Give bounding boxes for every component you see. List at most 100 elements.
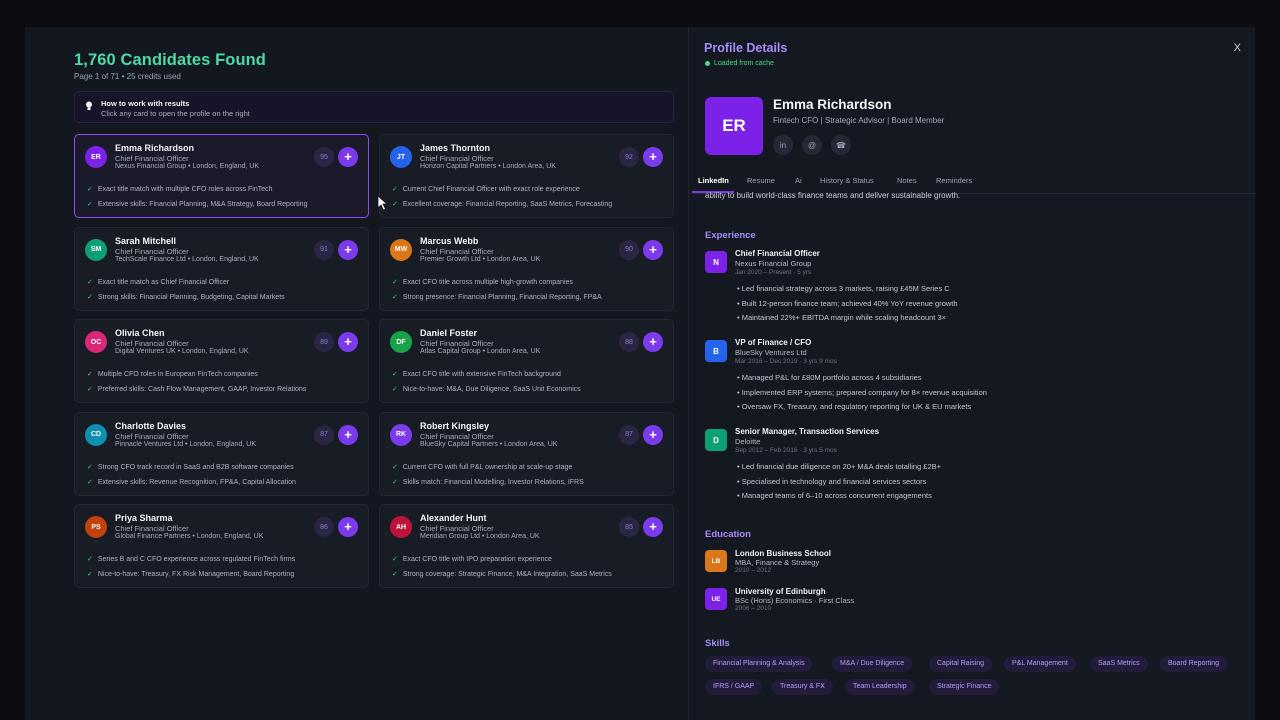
candidate-card[interactable]: OC Olivia Chen Chief Financial Officer Digi… [74, 319, 369, 403]
education-years: 2010 – 2012 [735, 567, 772, 574]
degree: MBA, Finance & Strategy [735, 558, 820, 567]
candidate-company: Pinnacle Ventures Ltd • London, England,… [115, 440, 256, 448]
candidate-name: Charlotte Davies [115, 420, 187, 431]
match-reason-text: Nice-to-have: M&A, Due Diligence, SaaS U… [402, 386, 581, 393]
candidate-card[interactable]: ER Emma Richardson Chief Financial Officer… [74, 134, 369, 218]
match-reason: ✓ Preferred skills: Cash Flow Management,… [87, 385, 306, 393]
job-company: Nexus Financial Group [735, 259, 812, 268]
education-heading: Education [705, 529, 751, 540]
avatar: JT [390, 146, 412, 168]
skill-chip[interactable]: P&L Management [1004, 656, 1076, 672]
job-bullet: • Maintained 22%+ EBITDA margin while sc… [737, 313, 947, 322]
candidate-card[interactable]: DF Daniel Foster Chief Financial Officer At… [379, 319, 674, 403]
candidate-card[interactable]: MW Marcus Webb Chief Financial Officer Prem… [379, 226, 674, 311]
tab-ai[interactable]: Ai [795, 176, 802, 185]
candidate-company: BlueSky Capital Partners • London Area, … [420, 440, 558, 448]
job-title: Senior Manager, Transaction Services [735, 427, 880, 436]
skill-chip[interactable]: IFRS / GAAP [705, 679, 763, 695]
skill-chip[interactable]: Team Leadership [845, 679, 915, 695]
job-bullet: • Specialised in technology and financia… [737, 476, 927, 486]
tab-history-status[interactable]: History & Status [820, 176, 874, 185]
candidate-card[interactable]: JT James Thornton Chief Financial Officer H… [379, 134, 674, 218]
candidate-card[interactable]: AH Alexander Hunt Chief Financial Officer M… [379, 504, 674, 588]
add-candidate-button[interactable]: + [338, 424, 358, 445]
match-reason-text: Current Chief Financial Officer with exa… [402, 186, 580, 193]
add-candidate-button[interactable]: + [338, 147, 358, 167]
summary-text: ability to build world-class finance tea… [705, 191, 961, 200]
match-reason: ✓ Series B and C CFO experience across re… [87, 555, 295, 563]
job-bullet: • Built 12-person finance team; achieved… [737, 298, 958, 308]
match-score-badge: 89 [314, 332, 334, 352]
skill-chip[interactable]: Strategic Finance [929, 679, 1000, 695]
skill-chip[interactable]: M&A / Due Diligence [832, 656, 913, 672]
match-reason: ✓ Exact CFO title with extensive FinTech … [392, 370, 561, 378]
tab-resume[interactable]: Resume [747, 176, 775, 185]
job-bullet-text: Led financial strategy across 3 markets,… [741, 284, 950, 293]
candidate-role: Chief Financial Officer [115, 339, 189, 348]
results-title: 1,760 Candidates Found [74, 51, 266, 69]
match-reason: ✓ Extensive skills: Financial Planning, M… [87, 200, 307, 208]
match-reason: ✓ Nice-to-have: Treasury, FX Risk Managem… [87, 570, 294, 578]
candidate-card[interactable]: CD Charlotte Davies Chief Financial Office… [74, 411, 369, 496]
match-reason: ✓ Nice-to-have: M&A, Due Diligence, SaaS … [392, 385, 581, 393]
add-candidate-button[interactable]: + [643, 147, 663, 167]
tab-linkedin[interactable]: LinkedIn [698, 176, 729, 185]
profile-panel-title: Profile Details [704, 41, 788, 55]
candidate-card[interactable]: PS Priya Sharma Chief Financial Officer Glo… [74, 504, 369, 588]
tab-notes[interactable]: Notes [897, 176, 917, 185]
add-candidate-button[interactable]: + [338, 239, 358, 260]
match-reason-text: Current CFO with full P&L ownership at s… [402, 463, 573, 471]
match-reason: ✓ Exact title match with multiple CFO rol… [87, 185, 273, 193]
candidate-card[interactable]: RK Robert Kingsley Chief Financial Officer… [379, 411, 674, 496]
match-reason-text: Exact CFO title across multiple high-gro… [402, 278, 573, 286]
skill-chip[interactable]: Financial Planning & Analysis [705, 656, 813, 672]
match-score-badge: 87 [619, 424, 639, 445]
add-candidate-button[interactable]: + [338, 517, 358, 537]
check-icon: ✓ [392, 463, 398, 471]
check-icon: ✓ [87, 571, 93, 578]
candidate-role: Chief Financial Officer [420, 524, 494, 533]
candidate-name: Priya Sharma [115, 513, 173, 523]
add-candidate-button[interactable]: + [643, 239, 663, 260]
check-icon: ✓ [87, 463, 93, 471]
match-reason: ✓ Exact title match as Chief Financial Of… [87, 278, 229, 286]
linkedin-icon[interactable]: in [773, 135, 793, 155]
candidate-name: Sarah Mitchell [115, 235, 177, 246]
results-subtitle: Page 1 of 71 • 25 credits used [74, 72, 181, 81]
email-icon[interactable]: @ [802, 135, 822, 155]
add-candidate-button[interactable]: + [338, 332, 358, 352]
match-reason: ✓ Exact CFO title with IPO preparation ex… [392, 555, 552, 563]
candidate-role: Chief Financial Officer [420, 246, 494, 256]
check-icon: ✓ [87, 371, 93, 378]
candidate-role: Chief Financial Officer [420, 431, 494, 441]
check-icon: ✓ [392, 186, 398, 193]
phone-icon[interactable]: ☎ [831, 135, 851, 155]
match-reason-text: Preferred skills: Cash Flow Management, … [97, 386, 307, 393]
add-candidate-button[interactable]: + [643, 332, 663, 352]
match-reason: ✓ Exact CFO title across multiple high-gr… [392, 278, 573, 286]
add-candidate-button[interactable]: + [643, 517, 663, 537]
close-button[interactable]: X [1234, 42, 1241, 54]
tab-reminders[interactable]: Reminders [936, 176, 972, 185]
check-icon: ✓ [392, 201, 398, 208]
skill-chip[interactable]: SaaS Metrics [1090, 656, 1148, 672]
mouse-cursor-icon [377, 195, 389, 211]
skill-chip[interactable]: Capital Raising [929, 656, 993, 672]
skill-chip[interactable]: Treasury & FX [772, 679, 833, 695]
avatar: PS [85, 516, 107, 538]
candidate-name: James Thornton [420, 143, 491, 153]
check-icon: ✓ [87, 293, 93, 301]
job-bullet-text: Maintained 22%+ EBITDA margin while scal… [741, 313, 947, 322]
job-bullet-text: Specialised in technology and financial … [741, 476, 927, 486]
experience-heading: Experience [705, 230, 756, 241]
candidate-company: Premier Growth Ltd • London Area, UK [420, 255, 541, 263]
lightbulb-icon [86, 101, 92, 110]
job-bullet: • Managed teams of 6–10 across concurren… [737, 491, 932, 500]
match-reason-text: Multiple CFO roles in European FinTech c… [97, 371, 258, 378]
match-reason: ✓ Current Chief Financial Officer with ex… [392, 185, 580, 193]
profile-panel: Profile Details Loaded from cache X ER E… [688, 27, 1256, 720]
candidate-card[interactable]: SM Sarah Mitchell Chief Financial Officer T… [74, 226, 369, 311]
add-candidate-button[interactable]: + [643, 424, 663, 445]
skill-chip[interactable]: Board Reporting [1160, 656, 1227, 672]
avatar: ER [85, 146, 107, 168]
